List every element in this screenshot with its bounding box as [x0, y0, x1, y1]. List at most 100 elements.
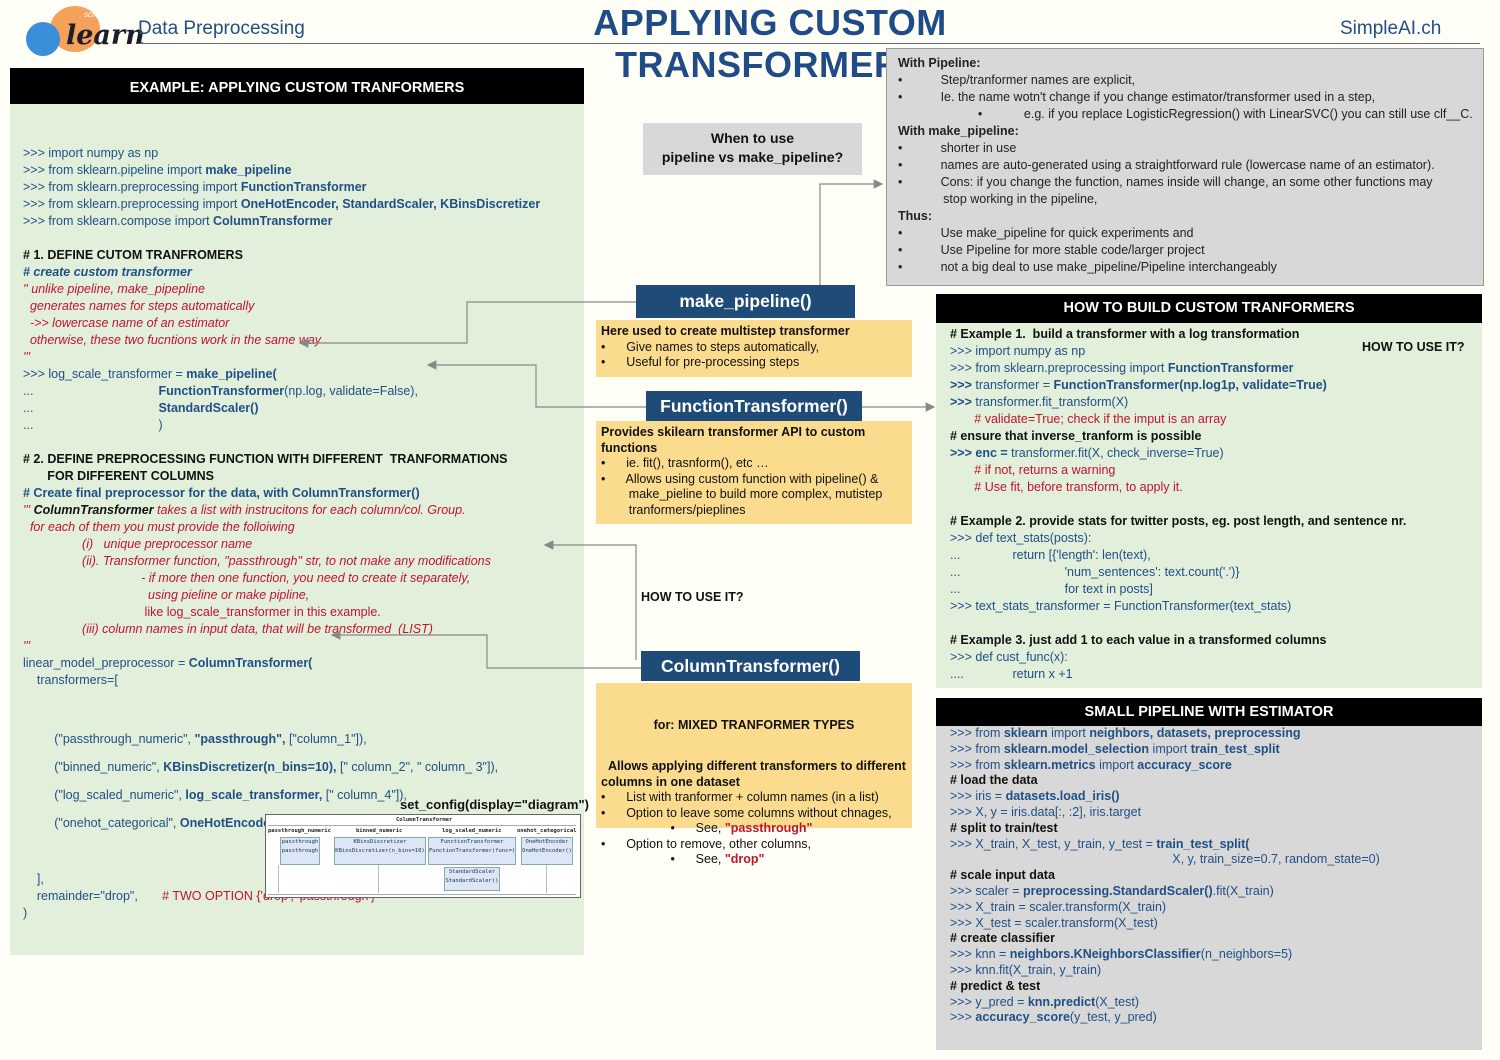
code-line: ''' ColumnTransformer takes a list with …: [23, 502, 540, 519]
code-token: # 1. DEFINE CUTOM TRANFROMERS: [23, 248, 243, 262]
code-token: (i) unique preprocessor name: [23, 537, 253, 551]
code-token: (iii) column names in input data, that w…: [23, 622, 433, 636]
code-token: generates names for steps automatically: [23, 299, 255, 313]
code-line: # 1. DEFINE CUTOM TRANFROMERS: [23, 247, 540, 264]
code-line: >>> knn.fit(X_train, y_train): [950, 963, 1380, 979]
code-line: # Example 3. just add 1 to each value in…: [950, 632, 1406, 649]
code-token: # split to train/test: [950, 820, 1058, 835]
code-line: ... for text in posts]: [950, 581, 1406, 598]
code-token: >>> from sklearn.preprocessing import: [23, 180, 241, 194]
diagram-col-1: passthrough_numeric: [268, 828, 331, 834]
arrow-make-pipeline-to-gray: [819, 179, 884, 285]
code-token: # ensure that inverse_tranform is possib…: [950, 429, 1202, 443]
code-line: >>> import numpy as np: [23, 145, 540, 162]
code-token: FunctionTransformer(np.log1p, validate=T…: [1053, 378, 1327, 392]
code-line: >>> from sklearn.metrics import accuracy…: [950, 758, 1380, 774]
comparison-line: • Step/tranformer names are explicit,: [898, 73, 1136, 87]
code-line: .... return x +1: [950, 666, 1406, 683]
code-token: FunctionTransformer: [1167, 361, 1294, 375]
comparison-line: stop working in the pipeline,: [943, 192, 1098, 206]
code-line: FOR DIFFERENT COLUMNS: [23, 468, 540, 485]
code-token: FOR DIFFERENT COLUMNS: [23, 469, 214, 483]
code-token: StandardScaler(): [158, 401, 259, 415]
code-token: sklearn: [1003, 726, 1048, 740]
code-token: # create classifier: [950, 931, 1055, 946]
code-line: # load the data: [950, 773, 1380, 789]
page-subtitle: Data Preprocessing: [138, 18, 305, 39]
code-token: ...: [23, 401, 159, 415]
code-line: >>> enc = transformer.fit(X, check_inver…: [950, 445, 1406, 462]
logo-blue-shape: [26, 22, 60, 56]
code-token: >>> from sklearn.compose import: [23, 214, 214, 228]
code-line: >>> transformer.fit_transform(X): [950, 394, 1406, 411]
make-pipeline-title: make_pipeline(): [636, 285, 855, 318]
code-line: >>> X_train, X_test, y_train, y_test = t…: [950, 837, 1380, 853]
code-line: ... 'num_sentences': text.count('.')}: [950, 564, 1406, 581]
code-token: ColumnTransformer: [213, 214, 333, 228]
code-token: (X_test): [1095, 994, 1139, 1009]
code-token: (n_neighbors=5): [1200, 947, 1293, 962]
code-token: >>> def text_stats(posts):: [950, 531, 1092, 545]
diagram-box-passthrough: passthrough passthrough: [280, 837, 320, 865]
code-token: >>> def cust_func(x):: [950, 650, 1068, 664]
code-token: make_pipeline(: [186, 367, 277, 381]
set-config-label: set_config(display="diagram"): [400, 797, 589, 812]
make-pipeline-note-text: Here used to create multistep transforme…: [601, 324, 850, 369]
code-line: >>> text_stats_transformer = FunctionTra…: [950, 598, 1406, 615]
code-line: # 2. DEFINE PREPROCESSING FUNCTION WITH …: [23, 451, 540, 468]
code-line: [950, 496, 1406, 513]
code-token: # predict & test: [950, 978, 1041, 993]
note-line: make_pieline to build more complex, muti…: [628, 487, 883, 501]
code-line: ... StandardScaler(): [23, 400, 540, 417]
code-token: KBinsDiscretizer(n_bins=10),: [163, 760, 337, 774]
code-token: >>> import numpy as np: [23, 146, 159, 160]
code-token: takes a list with instrucitons for each …: [153, 503, 466, 517]
code-line: >>> from sklearn.compose import ColumnTr…: [23, 213, 540, 230]
code-token: ColumnTransformer(: [188, 656, 313, 670]
code-token: ... for text in posts]: [950, 582, 1153, 596]
code-line: [23, 230, 540, 247]
code-token: ],: [23, 872, 44, 886]
comparison-line: • not a big deal to use make_pipeline/Pi…: [898, 260, 1277, 274]
code-line: # Use fit, before transform, to apply it…: [950, 479, 1406, 496]
code-line: >>> from sklearn.preprocessing import Fu…: [950, 360, 1406, 377]
code-token: using pieline or make pipline,: [23, 588, 310, 602]
code-line: ): [23, 905, 540, 922]
code-token: ("log_scaled_numeric",: [23, 788, 186, 802]
code-token: # Example 2. provide stats for twitter p…: [950, 514, 1407, 528]
code-token: preprocessing.StandardScaler(): [1022, 883, 1213, 898]
code-line: generates names for steps automatically: [23, 298, 540, 315]
code-line: (ii). Transformer function, "passthrough…: [23, 553, 540, 570]
code-token: ''': [23, 350, 31, 364]
code-line: >>> y_pred = knn.predict(X_test): [950, 995, 1380, 1011]
code-line: ("binned_numeric", KBinsDiscretizer(n_bi…: [23, 753, 540, 781]
code-token: # Create final preprocessor for the data…: [23, 486, 420, 500]
code-token: >>> from: [950, 741, 1004, 756]
code-token: >>> text_stats_transformer = FunctionTra…: [950, 599, 1292, 613]
code-token: transformer.fit_transform(X): [975, 395, 1129, 409]
code-token: transformers=[: [23, 673, 118, 687]
left-panel-heading: EXAMPLE: APPLYING CUSTOM TRANFORMERS: [10, 68, 584, 104]
code-line: >>> def text_stats(posts):: [950, 530, 1406, 547]
code-token: (np.log, validate=False),: [284, 384, 418, 398]
comparison-line: With Pipeline:: [898, 56, 981, 70]
note-line: columns in one dataset: [601, 774, 740, 789]
code-line: # scale input data: [950, 868, 1380, 884]
comparison-line: • shorter in use: [898, 141, 1017, 155]
code-line: >>> X, y = iris.data[:, :2], iris.target: [950, 805, 1380, 821]
code-token: X, y, train_size=0.7, random_state=0): [950, 852, 1380, 867]
code-token: OneHotEncoder, StandardScaler, KBinsDisc…: [240, 197, 541, 211]
code-token: transformer.fit(X, check_inverse=True): [1011, 446, 1224, 460]
code-token: # if not, returns a warning: [950, 463, 1116, 477]
code-token: ColumnTransformer: [33, 503, 154, 517]
code-token: # scale input data: [950, 868, 1055, 883]
comparison-line: • Cons: if you change the function, name…: [898, 175, 1433, 189]
diagram-col-4: onehot_categorical: [517, 828, 577, 834]
code-token: >>> enc =: [950, 446, 1012, 460]
pipeline-comparison-text: With Pipeline: • Step/tranformer names a…: [898, 55, 1473, 276]
passthrough-keyword: "passthrough": [724, 821, 813, 835]
column-transformer-diagram: ColumnTransformer passthrough_numeric bi…: [265, 814, 581, 898]
